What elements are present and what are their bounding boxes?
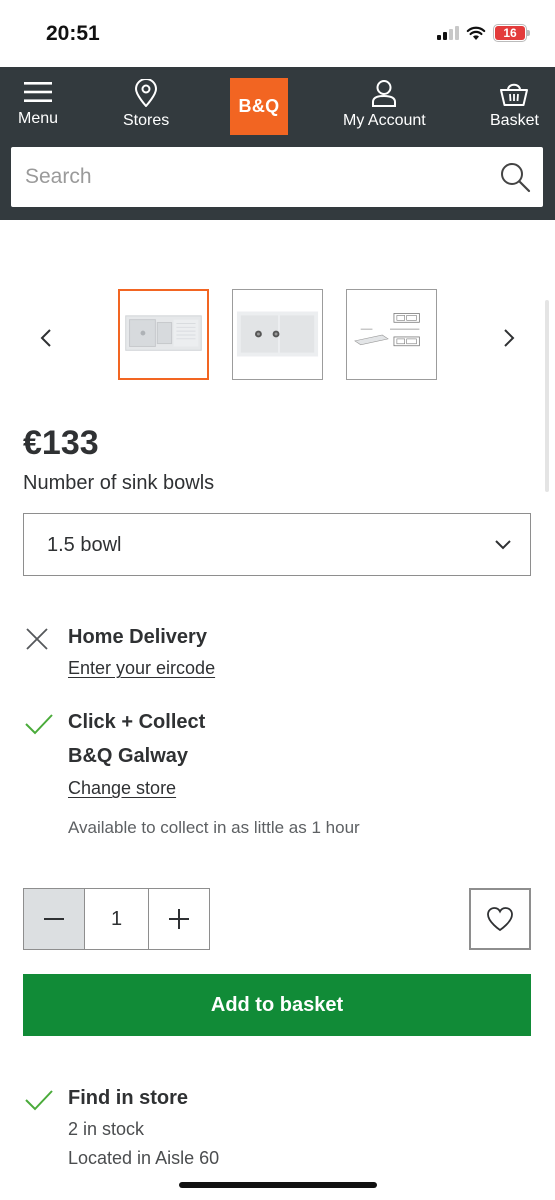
chevron-right-icon [504, 329, 515, 347]
wishlist-button[interactable] [469, 888, 531, 950]
site-header: Menu Stores B&Q My Account Basket Search [0, 67, 555, 220]
search-icon[interactable] [499, 161, 531, 193]
click-collect-title: Click + Collect [68, 711, 206, 733]
quantity-increase-button[interactable] [149, 889, 209, 949]
quantity-decrease-button[interactable] [24, 889, 85, 949]
my-account-button[interactable]: My Account [343, 79, 426, 130]
aisle-location: Located in Aisle 60 [68, 1148, 220, 1168]
status-icons: 16 [437, 24, 530, 42]
user-icon [372, 80, 397, 107]
location-pin-icon [135, 79, 158, 107]
battery-level: 16 [495, 26, 525, 40]
check-icon [25, 1090, 53, 1111]
product-price: €133 [23, 424, 99, 462]
search-bar [11, 147, 543, 207]
battery-icon: 16 [493, 24, 530, 42]
gallery-thumbnail-3[interactable] [346, 289, 437, 380]
dimension-drawing-image [354, 313, 420, 347]
home-indicator[interactable] [179, 1182, 377, 1188]
menu-button[interactable]: Menu [18, 79, 58, 128]
chevron-left-icon [40, 329, 51, 347]
select-value: 1.5 bowl [47, 534, 122, 556]
chevron-down-icon [495, 540, 511, 550]
account-label: My Account [343, 112, 426, 129]
wifi-icon [466, 26, 486, 40]
page-scrollbar[interactable] [545, 300, 549, 492]
check-icon [25, 714, 53, 735]
heart-icon [487, 907, 513, 932]
stores-label: Stores [123, 112, 170, 129]
basket-label: Basket [490, 112, 539, 129]
home-delivery-title: Home Delivery [68, 626, 207, 648]
status-time: 20:51 [46, 22, 100, 45]
main-nav: Menu Stores B&Q My Account Basket [0, 67, 555, 147]
bq-logo[interactable]: B&Q [230, 78, 288, 135]
cross-icon [26, 628, 48, 650]
basket-icon [500, 83, 529, 106]
gallery-thumbnail-1[interactable] [118, 289, 209, 380]
sink-bowls-select[interactable]: 1.5 bowl [23, 513, 531, 576]
logo-text: B&Q [238, 96, 280, 116]
quantity-value[interactable]: 1 [85, 889, 149, 949]
minus-icon [44, 918, 64, 920]
status-bar: 20:51 16 [0, 0, 555, 67]
add-to-basket-button[interactable]: Add to basket [23, 974, 531, 1036]
stores-button[interactable]: Stores [123, 79, 169, 130]
menu-label: Menu [18, 110, 59, 127]
gallery-thumbnail-2[interactable] [232, 289, 323, 380]
gallery-next-button[interactable] [497, 324, 521, 352]
sink-image [236, 311, 319, 357]
collect-note: Available to collect in as little as 1 h… [68, 818, 360, 837]
option-label: Number of sink bowls [23, 472, 215, 494]
find-in-store-title: Find in store [68, 1087, 188, 1109]
quantity-stepper: 1 [23, 888, 210, 950]
change-store-link[interactable]: Change store [68, 778, 176, 799]
hamburger-icon [24, 82, 53, 102]
sink-image [125, 315, 202, 351]
eircode-link[interactable]: Enter your eircode [68, 658, 215, 679]
stock-count: 2 in stock [68, 1119, 145, 1139]
basket-button[interactable]: Basket [490, 79, 539, 130]
plus-icon [169, 909, 189, 929]
gallery-prev-button[interactable] [34, 324, 58, 352]
signal-icon [437, 26, 459, 40]
search-input[interactable] [11, 147, 481, 207]
store-name: B&Q Galway [68, 745, 189, 767]
